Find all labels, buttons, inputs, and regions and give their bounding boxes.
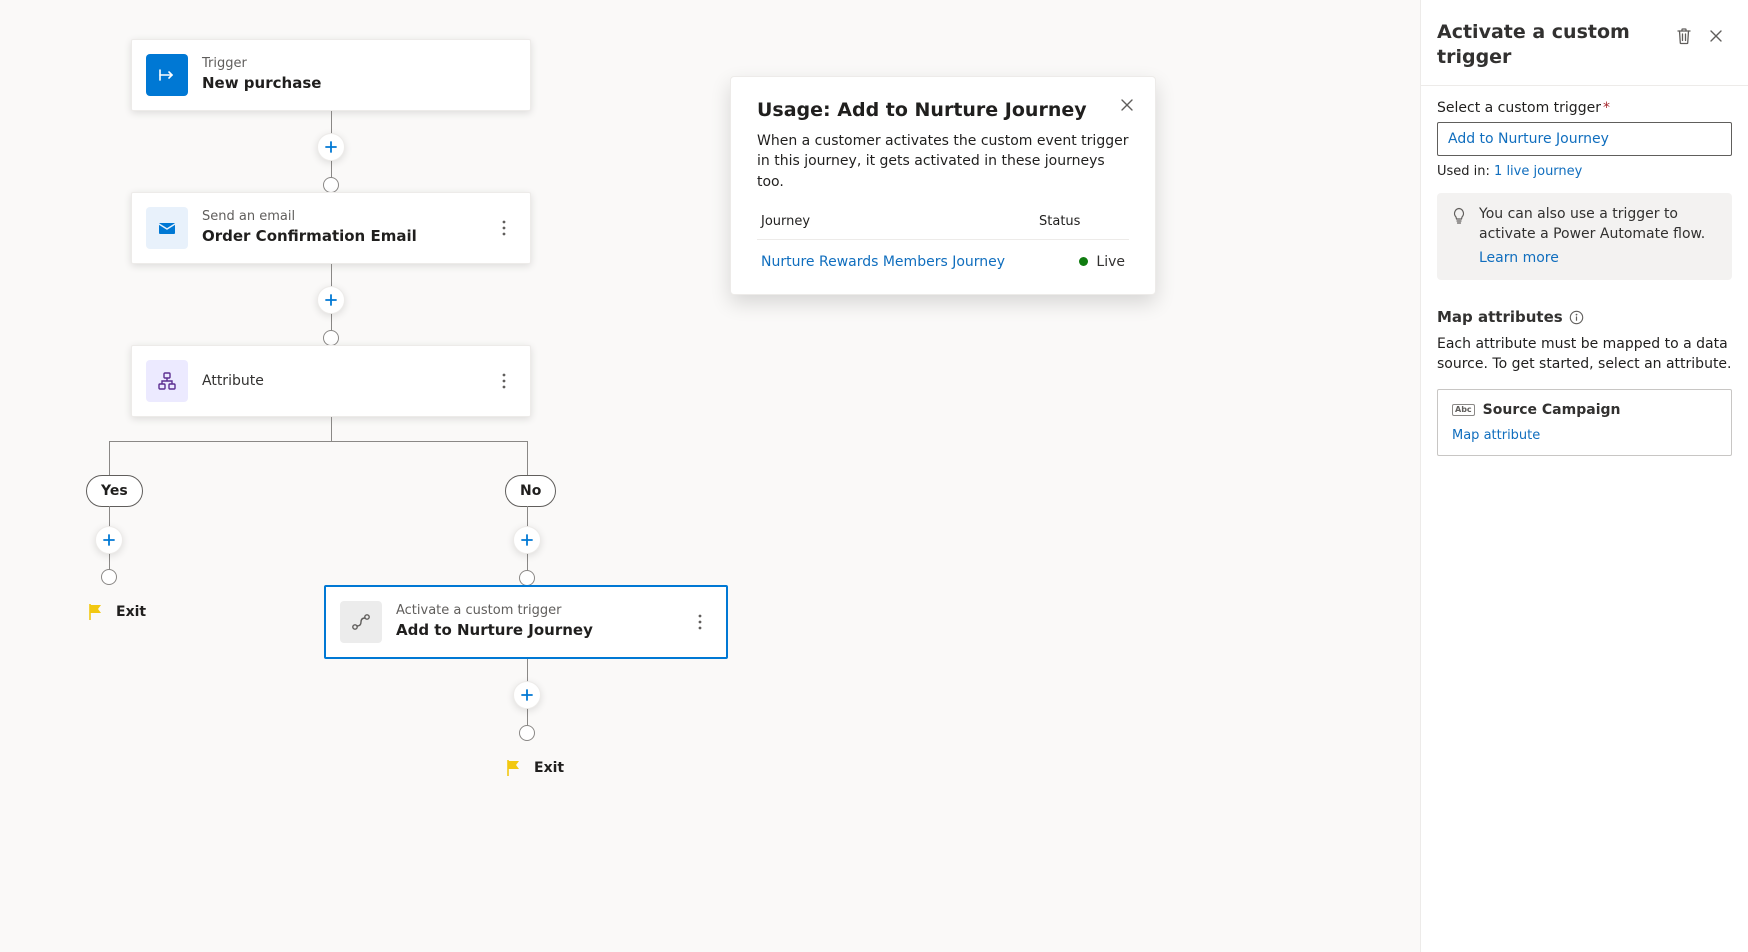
mail-icon (146, 207, 188, 249)
tile-email[interactable]: Send an email Order Confirmation Email (131, 192, 531, 264)
branch-yes-label: Yes (101, 483, 128, 499)
tile-email-title: Order Confirmation Email (202, 227, 417, 247)
learn-more-link[interactable]: Learn more (1479, 249, 1718, 269)
branch-pill-yes[interactable]: Yes (86, 475, 143, 507)
usage-close-button[interactable] (1113, 91, 1141, 119)
map-attributes-heading: Map attributes (1437, 308, 1732, 326)
tile-custom-more-menu[interactable] (688, 608, 712, 636)
attribute-name: Source Campaign (1483, 402, 1621, 418)
select-trigger-label: Select a custom trigger* (1437, 100, 1732, 116)
exit-marker: Exit (86, 602, 146, 622)
exit-marker: Exit (504, 758, 564, 778)
usage-description: When a customer activates the custom eve… (757, 131, 1129, 192)
tile-custom-title: Add to Nurture Journey (396, 621, 593, 641)
usage-popover: Usage: Add to Nurture Journey When a cus… (730, 76, 1156, 295)
lightbulb-icon (1451, 207, 1469, 268)
properties-pane: Activate a custom trigger Select a custo… (1420, 0, 1748, 952)
close-pane-button[interactable] (1700, 20, 1732, 52)
connector-dot (519, 725, 535, 741)
map-attribute-link[interactable]: Map attribute (1452, 428, 1540, 443)
usage-journey-link[interactable]: Nurture Rewards Members Journey (761, 254, 1079, 270)
tile-email-label: Send an email (202, 209, 417, 225)
branch-pill-no[interactable]: No (505, 475, 556, 507)
tip-callout: You can also use a trigger to activate a… (1437, 193, 1732, 280)
used-in-link[interactable]: 1 live journey (1494, 164, 1582, 179)
used-in-text: Used in: 1 live journey (1437, 164, 1732, 179)
branch-no-label: No (520, 483, 541, 499)
select-trigger-combobox[interactable]: Add to Nurture Journey (1437, 122, 1732, 156)
connector-dot (323, 177, 339, 193)
flag-icon (504, 758, 524, 778)
status-live-dot (1079, 257, 1088, 266)
tile-trigger[interactable]: Trigger New purchase (131, 39, 531, 111)
delete-button[interactable] (1668, 20, 1700, 52)
attribute-card[interactable]: Abc Source Campaign Map attribute (1437, 389, 1732, 456)
usage-heading: Usage: Add to Nurture Journey (757, 99, 1129, 121)
tip-text: You can also use a trigger to activate a… (1479, 206, 1705, 242)
add-step-button[interactable] (513, 681, 541, 709)
add-step-button[interactable] (317, 286, 345, 314)
tile-email-more-menu[interactable] (492, 214, 516, 242)
text-type-icon: Abc (1452, 404, 1475, 416)
tile-attribute-more-menu[interactable] (492, 367, 516, 395)
pane-title: Activate a custom trigger (1437, 20, 1668, 69)
map-attributes-description: Each attribute must be mapped to a data … (1437, 334, 1732, 375)
journey-flow-icon (340, 601, 382, 643)
tile-attribute[interactable]: Attribute (131, 345, 531, 417)
connector-dot (519, 570, 535, 586)
used-in-prefix: Used in: (1437, 164, 1494, 179)
exit-label: Exit (116, 604, 146, 620)
connector-dot (323, 330, 339, 346)
add-step-button[interactable] (317, 133, 345, 161)
add-step-button[interactable] (95, 526, 123, 554)
flag-icon (86, 602, 106, 622)
tile-attribute-label: Attribute (202, 373, 264, 390)
exit-label: Exit (534, 760, 564, 776)
usage-col-journey: Journey (761, 214, 1039, 229)
tile-trigger-label: Trigger (202, 56, 321, 72)
usage-status-text: Live (1096, 254, 1125, 270)
tile-trigger-title: New purchase (202, 74, 321, 94)
info-icon[interactable] (1569, 310, 1584, 325)
tile-custom-label: Activate a custom trigger (396, 603, 593, 619)
add-step-button[interactable] (513, 526, 541, 554)
branch-icon (146, 360, 188, 402)
tile-activate-custom-trigger[interactable]: Activate a custom trigger Add to Nurture… (324, 585, 728, 659)
trigger-start-icon (146, 54, 188, 96)
usage-col-status: Status (1039, 214, 1125, 229)
usage-row: Nurture Rewards Members Journey Live (757, 240, 1129, 274)
connector-dot (101, 569, 117, 585)
select-trigger-value: Add to Nurture Journey (1448, 131, 1609, 147)
